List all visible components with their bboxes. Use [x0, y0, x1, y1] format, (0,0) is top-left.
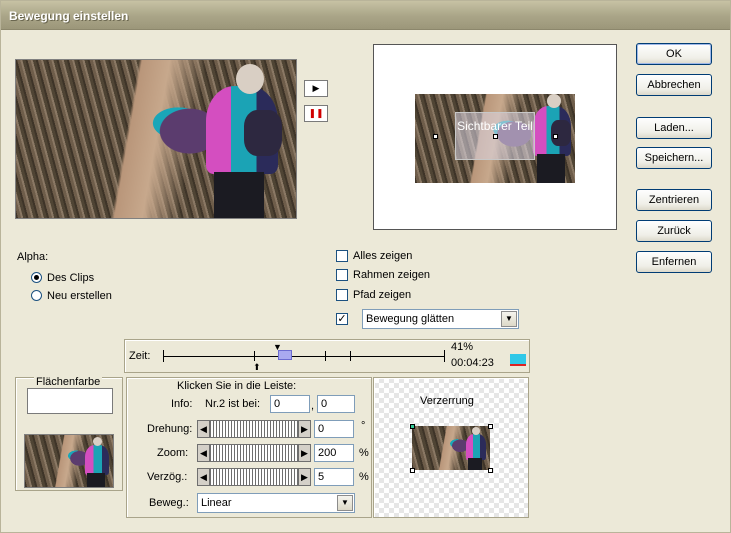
rotation-unit: °: [361, 420, 366, 432]
path-handle-start[interactable]: [433, 134, 438, 139]
motion-settings-dialog: Bewegung einstellen ▶ ❚❚ Sichtbarer Teil…: [0, 0, 731, 533]
delay-unit: %: [359, 471, 369, 483]
delay-field[interactable]: 5: [314, 468, 354, 486]
info-y-field[interactable]: 0: [317, 395, 355, 413]
pause-icon: ❚❚: [308, 108, 324, 118]
smooth-select-value: Bewegung glätten: [366, 313, 455, 325]
zoom-label: Zoom:: [157, 447, 189, 459]
info-x-field[interactable]: 0: [270, 395, 310, 413]
distortion-preview[interactable]: [412, 426, 490, 470]
delay-slider[interactable]: ◀ ▶: [197, 468, 311, 486]
current-position-icon: ⬆: [253, 362, 261, 372]
fill-color-label: Flächenfarbe: [34, 376, 103, 388]
cancel-button[interactable]: Abbrechen: [636, 74, 712, 96]
ok-button[interactable]: OK: [636, 43, 712, 65]
rotation-slider[interactable]: ◀ ▶: [197, 420, 311, 438]
load-button[interactable]: Laden...: [636, 117, 712, 139]
center-button[interactable]: Zentrieren: [636, 189, 712, 211]
show-all-checkbox[interactable]: [336, 250, 348, 262]
snap-icon[interactable]: [510, 354, 526, 366]
motion-type-value: Linear: [201, 497, 232, 509]
distortion-handle-br[interactable]: [488, 468, 493, 473]
arrow-left-icon[interactable]: ◀: [198, 469, 210, 485]
show-path-checkbox[interactable]: [336, 289, 348, 301]
arrow-left-icon[interactable]: ◀: [198, 421, 210, 437]
play-icon: ▶: [312, 83, 320, 93]
arrow-left-icon[interactable]: ◀: [198, 445, 210, 461]
timeline-label: Zeit:: [129, 350, 151, 362]
motion-type-select[interactable]: Linear ▼: [197, 493, 355, 513]
alpha-radio-clip[interactable]: [31, 272, 42, 283]
clip-preview: [15, 59, 297, 219]
alpha-radio-new[interactable]: [31, 290, 42, 301]
arrow-right-icon[interactable]: ▶: [298, 469, 310, 485]
zoom-unit: %: [359, 447, 369, 459]
motion-controls-panel: Klicken Sie in die Leiste: Info: Nr.2 is…: [126, 377, 372, 518]
window-title: Bewegung einstellen: [9, 9, 129, 23]
info-label: Info:: [171, 398, 193, 410]
timeline-track[interactable]: [163, 356, 445, 357]
play-button[interactable]: ▶: [304, 80, 328, 97]
remove-button[interactable]: Enfernen: [636, 251, 712, 273]
distortion-handle-tl[interactable]: [410, 424, 415, 429]
pause-button[interactable]: ❚❚: [304, 105, 328, 122]
alpha-radio-clip-label: Des Clips: [47, 272, 95, 284]
visible-part-label: Sichtbarer Teil: [457, 119, 533, 133]
alpha-label: Alpha:: [17, 251, 49, 263]
distortion-handle-bl[interactable]: [410, 468, 415, 473]
rotation-label: Drehung:: [147, 423, 193, 435]
arrow-right-icon[interactable]: ▶: [298, 445, 310, 461]
distortion-handle-tr[interactable]: [488, 424, 493, 429]
smooth-checkbox[interactable]: ✓: [336, 313, 348, 325]
chevron-down-icon: ▼: [337, 495, 353, 511]
motion-canvas[interactable]: Sichtbarer Teil: [373, 44, 617, 230]
fill-color-panel: Flächenfarbe: [15, 376, 123, 491]
info-separator: ,: [311, 400, 315, 412]
motion-clip-thumbnail[interactable]: Sichtbarer Teil: [415, 94, 575, 183]
alpha-radio-new-label: Neu erstellen: [47, 290, 112, 302]
reset-button[interactable]: Zurück: [636, 220, 712, 242]
motion-type-label: Beweg.:: [149, 497, 189, 509]
show-path-label: Pfad zeigen: [353, 289, 412, 301]
rotation-field[interactable]: 0: [314, 420, 354, 438]
fill-color-swatch[interactable]: [27, 388, 113, 414]
show-frame-checkbox[interactable]: [336, 269, 348, 281]
smooth-select[interactable]: Bewegung glätten ▼: [362, 309, 519, 329]
zoom-field[interactable]: 200: [314, 444, 354, 462]
timeline-panel: Zeit: ▼ ⬆ 41% 00:04:23: [124, 339, 530, 373]
delay-label: Verzög.:: [147, 471, 188, 483]
time-cursor-icon[interactable]: ▼: [273, 342, 282, 352]
timeline-timecode: 00:04:23: [451, 357, 494, 369]
distortion-label: Verzerrung: [420, 395, 474, 407]
show-frame-label: Rahmen zeigen: [353, 269, 431, 281]
info-text: Nr.2 ist bei:: [205, 398, 261, 410]
arrow-right-icon[interactable]: ▶: [298, 421, 310, 437]
click-hint: Klicken Sie in die Leiste:: [177, 380, 297, 392]
path-handle-mid[interactable]: [493, 134, 498, 139]
path-handle-end[interactable]: [553, 134, 558, 139]
title-bar[interactable]: Bewegung einstellen: [1, 1, 730, 30]
zoom-slider[interactable]: ◀ ▶: [197, 444, 311, 462]
distortion-panel: Verzerrung: [373, 377, 529, 518]
chevron-down-icon: ▼: [501, 311, 517, 327]
save-button[interactable]: Speichern...: [636, 147, 712, 169]
fill-preview-thumbnail: [24, 434, 114, 488]
show-all-label: Alles zeigen: [353, 250, 413, 262]
timeline-percent: 41%: [451, 341, 474, 353]
